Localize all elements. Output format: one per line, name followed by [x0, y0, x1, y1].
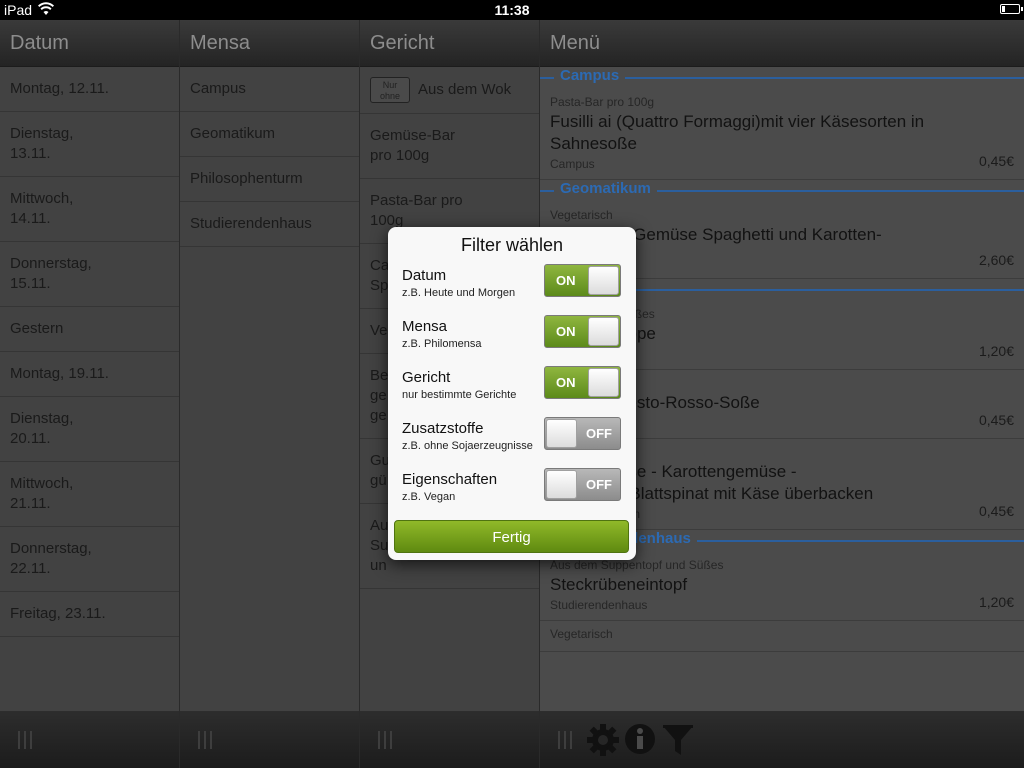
- toggle-knob[interactable]: [588, 368, 619, 397]
- filter-row-zusatzstoffe: Zusatzstoffe z.B. ohne Sojaerzeugnisse OFF: [402, 417, 622, 468]
- toggle-state-text: OFF: [586, 426, 612, 441]
- filter-label: Zusatzstoffe: [402, 420, 484, 437]
- filter-toggle-switch[interactable]: ON: [544, 315, 621, 348]
- battery-icon: [1000, 4, 1023, 14]
- toggle-state-text: OFF: [586, 477, 612, 492]
- toggle-state-text: ON: [556, 273, 576, 288]
- popover-title: Filter wählen: [460, 235, 564, 255]
- filter-hint: z.B. ohne Sojaerzeugnisse: [402, 440, 533, 452]
- toggle-state-text: ON: [556, 375, 576, 390]
- filter-row-gericht: Gericht nur bestimmte Gerichte ON: [402, 366, 622, 417]
- clock: 11:38: [494, 2, 530, 18]
- filter-toggle-switch[interactable]: OFF: [544, 417, 621, 450]
- filter-toggle-switch[interactable]: ON: [544, 264, 621, 297]
- filter-popover: Filter wählen Datum z.B. Heute und Morgen…: [388, 227, 636, 560]
- toggle-state-text: ON: [556, 324, 576, 339]
- toggle-knob[interactable]: [588, 317, 619, 346]
- filter-label: Eigenschaften: [402, 471, 498, 488]
- filter-row-eigenschaften: Eigenschaften z.B. Vegan OFF: [402, 468, 622, 519]
- toggle-knob[interactable]: [546, 419, 577, 448]
- filter-toggle-switch[interactable]: ON: [544, 366, 621, 399]
- filter-hint: z.B. Vegan: [402, 491, 456, 503]
- filter-label: Datum: [402, 267, 447, 284]
- filter-toggle-switch[interactable]: OFF: [544, 468, 621, 501]
- app-screen: iPad 11:38 Datum Montag, 12.11. Dienstag,…: [0, 0, 1024, 768]
- filter-hint: nur bestimmte Gerichte: [402, 389, 517, 401]
- done-button[interactable]: Fertig: [394, 520, 629, 553]
- toggle-knob[interactable]: [588, 266, 619, 295]
- status-bar: iPad 11:38: [0, 0, 1024, 20]
- filter-hint: z.B. Heute und Morgen: [402, 287, 516, 299]
- filter-label: Gericht: [402, 369, 451, 386]
- filter-row-mensa: Mensa z.B. Philomensa ON: [402, 315, 622, 366]
- toggle-knob[interactable]: [546, 470, 577, 499]
- filter-label: Mensa: [402, 318, 448, 335]
- filter-hint: z.B. Philomensa: [402, 338, 482, 350]
- filter-row-datum: Datum z.B. Heute und Morgen ON: [402, 264, 622, 315]
